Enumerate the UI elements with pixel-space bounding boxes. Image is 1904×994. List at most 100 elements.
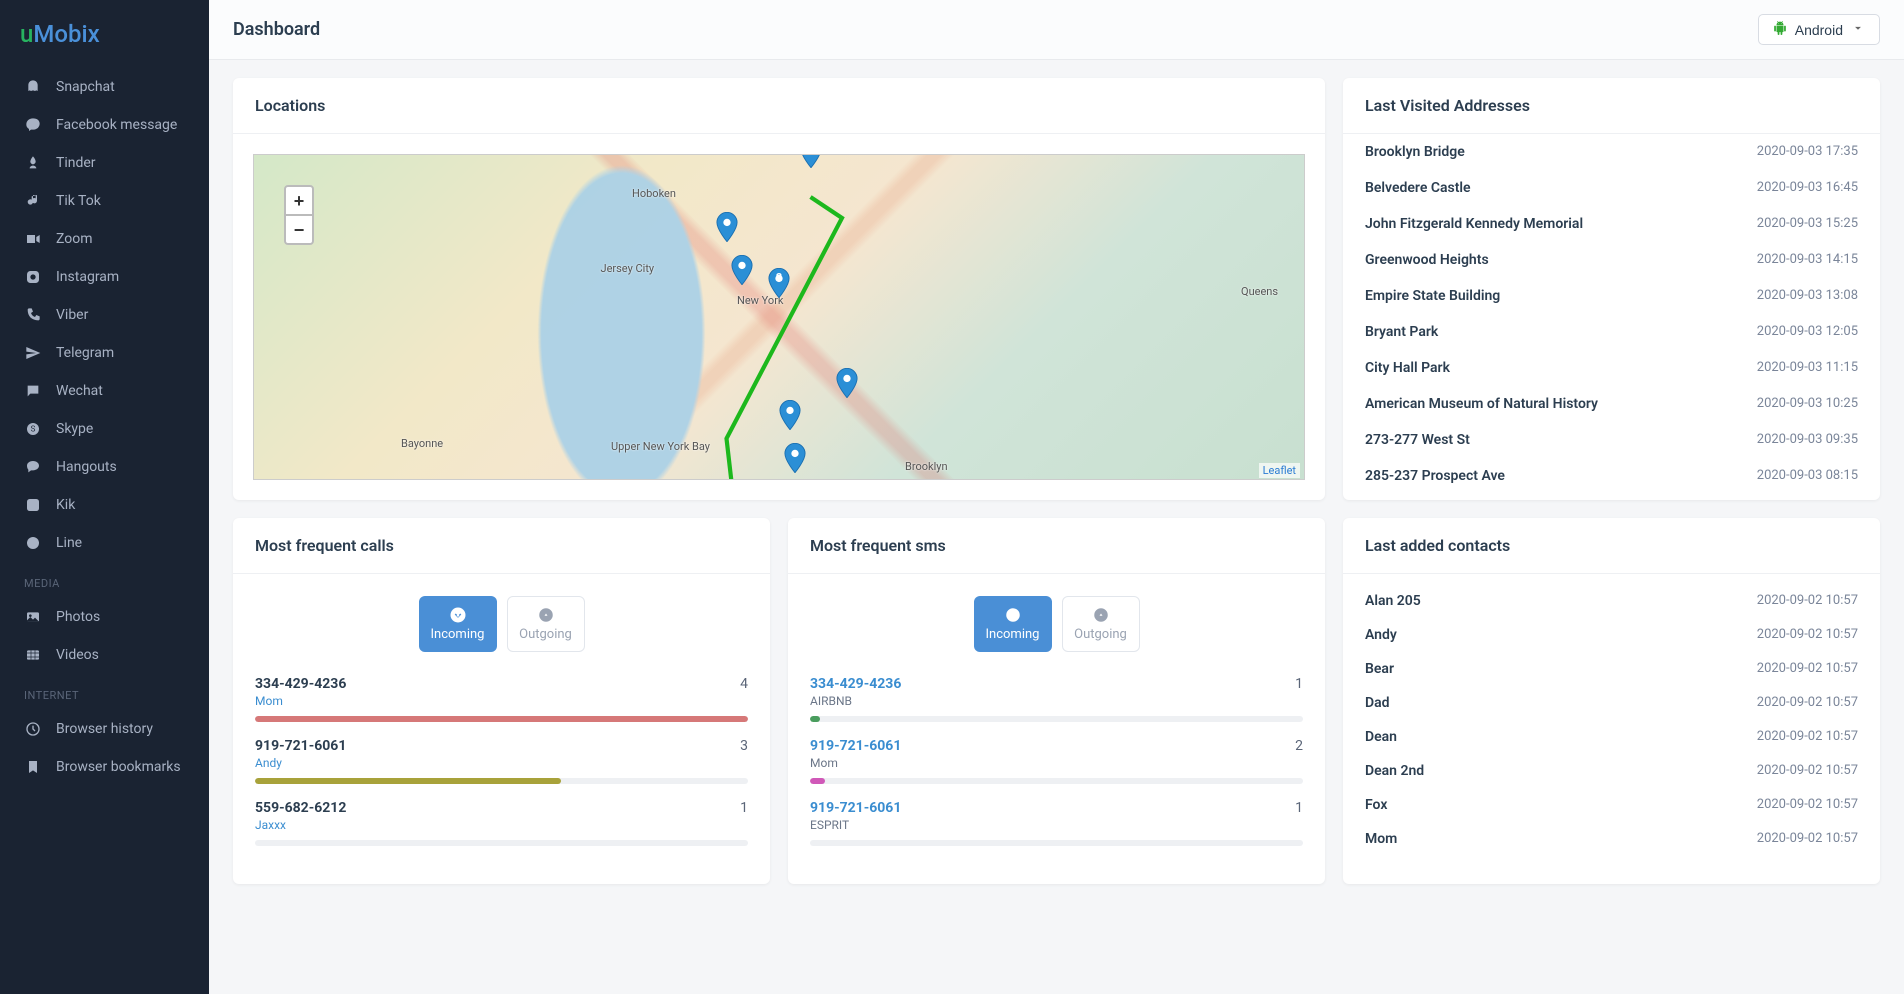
address-row[interactable]: Greenwood Heights2020-09-03 14:15 — [1343, 242, 1880, 278]
address-time: 2020-09-03 10:25 — [1757, 396, 1858, 411]
zoom-in-button[interactable]: + — [284, 185, 314, 215]
address-row[interactable]: Bryant Park2020-09-03 12:05 — [1343, 314, 1880, 350]
sidebar-item-tik-tok[interactable]: Tik Tok — [0, 182, 209, 220]
map-marker[interactable] — [716, 212, 738, 242]
tab-outgoing[interactable]: Outgoing — [507, 596, 585, 652]
download-icon — [1004, 606, 1022, 624]
address-row[interactable]: 273-277 West St2020-09-03 09:35 — [1343, 422, 1880, 458]
tab-incoming-sms[interactable]: Incoming — [974, 596, 1052, 652]
contacts-card: Last added contacts Alan 2052020-09-02 1… — [1343, 518, 1880, 884]
chat-icon — [24, 382, 42, 400]
address-name: John Fitzgerald Kennedy Memorial — [1365, 216, 1757, 232]
sidebar-item-kik[interactable]: Kik — [0, 486, 209, 524]
freq-count: 4 — [740, 676, 748, 692]
sidebar-item-skype[interactable]: SSkype — [0, 410, 209, 448]
frequent-item: 919-721-6061 Andy 3 — [255, 738, 748, 784]
address-time: 2020-09-03 09:35 — [1757, 432, 1858, 447]
skype-icon: S — [24, 420, 42, 438]
sidebar-item-browser-history[interactable]: Browser history — [0, 710, 209, 748]
contact-name: Fox — [1365, 797, 1387, 813]
address-row[interactable]: Belvedere Castle2020-09-03 16:45 — [1343, 170, 1880, 206]
nav-label: Wechat — [56, 383, 103, 399]
messenger-icon — [24, 116, 42, 134]
contact-row[interactable]: Fox2020-09-02 10:57 — [1343, 788, 1880, 822]
sidebar-item-line[interactable]: Line — [0, 524, 209, 562]
contact-row[interactable]: Dad2020-09-02 10:57 — [1343, 686, 1880, 720]
map-marker[interactable] — [784, 443, 806, 473]
addresses-card: Last Visited Addresses Brooklyn Bridge20… — [1343, 78, 1880, 500]
sidebar-item-videos[interactable]: Videos — [0, 636, 209, 674]
freq-count: 1 — [740, 800, 748, 816]
frequent-item: 334-429-4236Mom4 — [255, 676, 748, 722]
platform-selector[interactable]: Android — [1758, 14, 1880, 45]
sidebar-item-facebook-message[interactable]: Facebook message — [0, 106, 209, 144]
freq-count: 3 — [740, 738, 748, 754]
nav-label: Zoom — [56, 231, 93, 247]
contact-time: 2020-09-02 10:57 — [1757, 729, 1858, 745]
nav-label: Browser bookmarks — [56, 759, 181, 775]
freq-phone[interactable]: 334-429-4236 — [810, 676, 901, 692]
addresses-title: Last Visited Addresses — [1343, 78, 1880, 134]
map-marker[interactable]: 2 — [768, 268, 790, 298]
map-label: Queens — [1241, 285, 1278, 298]
tab-outgoing-sms[interactable]: Outgoing — [1062, 596, 1140, 652]
zoom-out-button[interactable]: − — [284, 215, 314, 245]
tab-incoming-label: Incoming — [986, 627, 1040, 642]
address-row[interactable]: Empire State Building2020-09-03 13:08 — [1343, 278, 1880, 314]
sidebar-item-tinder[interactable]: Tinder — [0, 144, 209, 182]
logo[interactable]: uMobix — [0, 20, 209, 68]
sidebar-item-hangouts[interactable]: Hangouts — [0, 448, 209, 486]
sidebar-item-instagram[interactable]: Instagram — [0, 258, 209, 296]
address-time: 2020-09-03 08:15 — [1757, 468, 1858, 483]
map-marker[interactable] — [800, 154, 822, 168]
map[interactable]: + − 2 Hoboken Jersey City New York Brook… — [253, 154, 1305, 480]
contact-row[interactable]: Dean 2020-09-02 10:57 — [1343, 720, 1880, 754]
contact-row[interactable]: Alan 2052020-09-02 10:57 — [1343, 584, 1880, 618]
phone-icon — [24, 306, 42, 324]
sidebar-item-telegram[interactable]: Telegram — [0, 334, 209, 372]
contact-time: 2020-09-02 10:57 — [1757, 831, 1858, 847]
address-row[interactable]: American Museum of Natural History2020-0… — [1343, 386, 1880, 422]
sidebar-item-photos[interactable]: Photos — [0, 598, 209, 636]
map-marker[interactable] — [731, 255, 753, 285]
contact-row[interactable]: Dean 2nd2020-09-02 10:57 — [1343, 754, 1880, 788]
address-row[interactable]: John Fitzgerald Kennedy Memorial2020-09-… — [1343, 206, 1880, 242]
sidebar-item-wechat[interactable]: Wechat — [0, 372, 209, 410]
address-row[interactable]: City Hall Park2020-09-03 11:15 — [1343, 350, 1880, 386]
address-row[interactable]: 285-237 Prospect Ave2020-09-03 08:15 — [1343, 458, 1880, 494]
sidebar-item-viber[interactable]: Viber — [0, 296, 209, 334]
contact-row[interactable]: Andy2020-09-02 10:57 — [1343, 618, 1880, 652]
addresses-list[interactable]: Brooklyn Bridge2020-09-03 17:35Belvedere… — [1343, 134, 1880, 494]
contact-name: Alan 205 — [1365, 593, 1421, 609]
freq-phone[interactable]: 919-721-6061 — [810, 800, 901, 816]
contact-row[interactable]: Mom2020-09-02 10:57 — [1343, 822, 1880, 856]
sidebar-item-zoom[interactable]: Zoom — [0, 220, 209, 258]
map-attribution[interactable]: Leaflet — [1259, 463, 1300, 478]
calls-card: Most frequent calls Incoming Outgoing 33… — [233, 518, 770, 884]
contact-name: Dean — [1365, 729, 1397, 745]
tab-outgoing-label: Outgoing — [519, 627, 572, 642]
freq-name[interactable]: Mom — [255, 694, 346, 708]
locations-card: Locations + − 2 Hoboken Jersey City New … — [233, 78, 1325, 500]
freq-name[interactable]: Andy — [255, 756, 346, 770]
frequent-item: 334-429-4236AIRBNB1 — [810, 676, 1303, 722]
main: Dashboard Android Locations + − — [209, 0, 1904, 994]
freq-phone[interactable]: 919-721-6061 — [810, 738, 901, 754]
map-marker[interactable] — [836, 368, 858, 398]
calls-title: Most frequent calls — [233, 518, 770, 574]
address-time: 2020-09-03 14:15 — [1757, 252, 1858, 267]
tab-incoming[interactable]: Incoming — [419, 596, 497, 652]
address-row[interactable]: Brooklyn Bridge2020-09-03 17:35 — [1343, 134, 1880, 170]
nav-label: Videos — [56, 647, 99, 663]
freq-phone: 919-721-6061 — [255, 738, 346, 754]
map-marker[interactable] — [779, 400, 801, 430]
nav-label: Tik Tok — [56, 193, 101, 209]
upload-icon — [1092, 606, 1110, 624]
address-name: City Hall Park — [1365, 360, 1757, 376]
address-name: Belvedere Castle — [1365, 180, 1757, 196]
sidebar-item-snapchat[interactable]: Snapchat — [0, 68, 209, 106]
contact-row[interactable]: Bear2020-09-02 10:57 — [1343, 652, 1880, 686]
freq-name[interactable]: Jaxxx — [255, 818, 346, 832]
contacts-title: Last added contacts — [1343, 518, 1880, 574]
sidebar-item-browser-bookmarks[interactable]: Browser bookmarks — [0, 748, 209, 786]
